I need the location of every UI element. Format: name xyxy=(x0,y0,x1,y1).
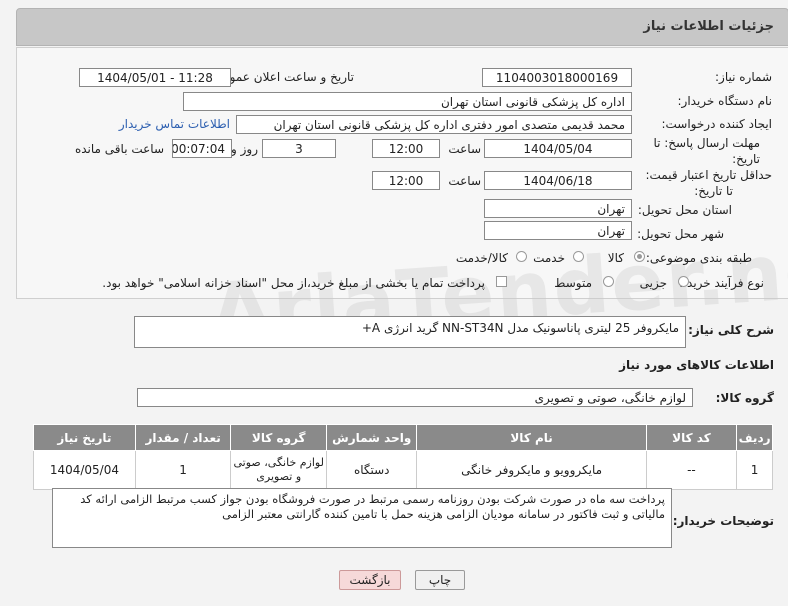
price-date-field: 1404/06/18 xyxy=(484,171,632,190)
days-label: روز و xyxy=(231,142,258,156)
page-header: جزئیات اطلاعات نیاز xyxy=(16,8,788,46)
col-row: ردیف xyxy=(736,424,773,451)
process-medium-radio[interactable] xyxy=(603,276,614,287)
summary-label: شرح کلی نیاز: xyxy=(688,323,774,337)
goods-group-field: لوازم خانگی، صوتی و تصویری xyxy=(137,388,693,407)
print-button[interactable]: چاپ xyxy=(415,570,465,590)
deadline-label: مهلت ارسال پاسخ: تا xyxy=(653,136,760,150)
remaining-time-field: 00:07:04 xyxy=(172,139,232,158)
col-name: نام کالا xyxy=(416,424,647,451)
remaining-label: ساعت باقی مانده xyxy=(74,142,164,156)
city-field: تهران xyxy=(484,221,632,240)
province-label: استان محل تحویل: xyxy=(637,203,732,217)
deadline-date-field: 1404/05/04 xyxy=(484,139,632,158)
deadline-time-label: ساعت xyxy=(448,142,481,156)
buyer-org-field: اداره کل پزشکی قانونی استان تهران xyxy=(183,92,632,111)
back-button[interactable]: بازگشت xyxy=(339,570,401,590)
summary-field: مایکروفر 25 لیتری پاناسونیک مدل NN-ST34N… xyxy=(134,316,686,348)
col-code: کد کالا xyxy=(645,424,738,451)
price-time-field: 12:00 xyxy=(372,171,440,190)
table-header-row: ردیف کد کالا نام کالا واحد شمارش گروه کا… xyxy=(33,424,773,451)
announce-field: 1404/05/01 - 11:28 xyxy=(79,68,231,87)
process-medium-label: متوسط xyxy=(554,276,592,290)
days-field: 3 xyxy=(262,139,336,158)
category-service-label: خدمت xyxy=(533,251,565,265)
buyer-notes-label: توضیحات خریدار: xyxy=(672,514,774,528)
price-validity-label: حداقل تاریخ اعتبار قیمت: xyxy=(645,168,772,182)
category-service-radio[interactable] xyxy=(573,251,584,262)
buyer-notes-line-1: پرداخت سه ماه در صورت شرکت بودن روزنامه … xyxy=(80,492,665,506)
cell-row: 1 xyxy=(736,450,773,490)
cell-name: مایکروویو و مایکروفر خانگی xyxy=(416,450,647,490)
category-label: طبقه بندی موضوعی: xyxy=(645,251,752,265)
process-minor-radio[interactable] xyxy=(678,276,689,287)
treasury-note: پرداخت تمام یا بخشی از مبلغ خرید،از محل … xyxy=(102,276,485,290)
cell-code: -- xyxy=(645,450,738,490)
city-label: شهر محل تحویل: xyxy=(637,227,724,241)
process-label: نوع فرآیند خرید : xyxy=(679,276,764,290)
deadline-label-2: تاریخ: xyxy=(732,152,760,166)
creator-label: ایجاد کننده درخواست: xyxy=(661,117,772,131)
goods-info-title: اطلاعات کالاهای مورد نیاز xyxy=(619,358,774,372)
province-field: تهران xyxy=(484,199,632,218)
cell-qty: 1 xyxy=(134,450,232,490)
need-number-field: 1104003018000169 xyxy=(482,68,632,87)
cell-group: لوازم خانگی، صوتی و تصویری xyxy=(230,450,328,490)
page-title: جزئیات اطلاعات نیاز xyxy=(643,19,774,34)
buyer-org-label: نام دستگاه خریدار: xyxy=(677,94,773,108)
price-time-label: ساعت xyxy=(448,174,481,188)
buyer-contact-link[interactable]: اطلاعات تماس خریدار xyxy=(119,117,230,131)
price-validity-label-2: تا تاریخ: xyxy=(694,184,733,198)
process-minor-label: جزیی xyxy=(639,276,667,290)
goods-group-label: گروه کالا: xyxy=(715,391,774,405)
cell-date: 1404/05/04 xyxy=(33,450,136,490)
category-both-label: کالا/خدمت xyxy=(455,251,508,265)
deadline-time-field: 12:00 xyxy=(372,139,440,158)
need-number-label: شماره نیاز: xyxy=(715,70,772,84)
buyer-notes-field: پرداخت سه ماه در صورت شرکت بودن روزنامه … xyxy=(52,488,672,548)
col-date: تاریخ نیاز xyxy=(33,424,136,451)
cell-unit: دستگاه xyxy=(326,450,418,490)
col-unit: واحد شمارش xyxy=(326,424,418,451)
category-both-radio[interactable] xyxy=(516,251,527,262)
creator-field: محمد قدیمی متصدی امور دفتری اداره کل پزش… xyxy=(236,115,632,134)
category-goods-label: کالا xyxy=(607,251,624,265)
treasury-checkbox[interactable] xyxy=(496,276,507,287)
buyer-notes-line-2: مالیاتی و ثبت فاکتور در سامانه مودیان ال… xyxy=(222,507,665,521)
col-group: گروه کالا xyxy=(230,424,328,451)
table-row: 1 -- مایکروویو و مایکروفر خانگی دستگاه ل… xyxy=(33,450,773,490)
col-qty: تعداد / مقدار xyxy=(134,424,232,451)
items-table: ردیف کد کالا نام کالا واحد شمارش گروه کا… xyxy=(33,424,773,490)
category-goods-radio[interactable] xyxy=(634,251,645,262)
